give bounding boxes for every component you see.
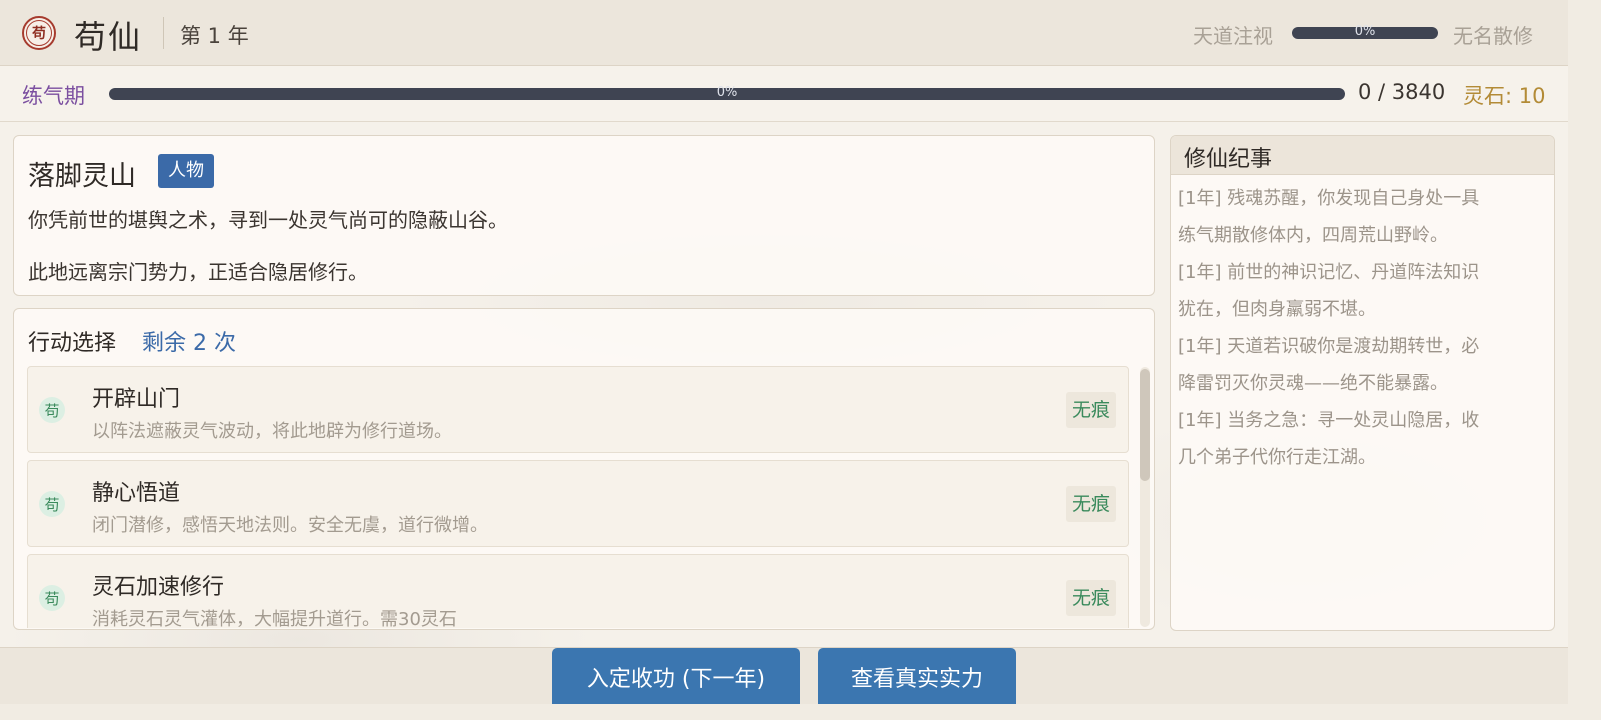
next-year-button[interactable]: 入定收功 (下一年) [552,648,800,704]
realm-label: 练气期 [22,84,85,108]
title-divider [163,17,164,49]
action-list[interactable]: 苟 开辟山门 以阵法遮蔽灵气波动，将此地辟为修行道场。 无痕 苟 静心悟道 闭门… [27,366,1129,628]
chronicle-entry: 降雷罚灭你灵魂——绝不能暴露。 [1178,373,1448,394]
action-name: 开辟山门 [92,387,181,412]
trace-badge: 无痕 [1065,392,1116,428]
action-list-scrollbar[interactable] [1140,367,1150,627]
action-footer: 入定收功 (下一年) 查看真实实力 [0,647,1568,704]
action-description: 闭门潜修，感悟天地法则。安全无虞，道行微增。 [92,515,488,536]
game-title: 苟仙 [74,18,143,56]
action-icon: 苟 [39,585,65,611]
action-heading: 行动选择 [28,331,117,356]
event-tag-badge: 人物 [158,154,214,188]
seal-logo-char: 苟 [26,20,52,46]
event-description: 此地远离宗门势力，正适合隐居修行。 [28,260,368,284]
action-icon: 苟 [39,397,65,423]
action-name: 灵石加速修行 [92,575,225,600]
top-bar: 苟 苟仙 第 1 年 天道注视 0% 无名散修 [0,0,1568,66]
heaven-watch-bar: 0% [1292,24,1438,39]
event-description: 你凭前世的堪舆之术，寻到一处灵气尚可的隐蔽山谷。 [28,208,508,232]
action-panel: 行动选择 剩余 2 次 苟 开辟山门 以阵法遮蔽灵气波动，将此地辟为修行道场。 … [13,308,1155,630]
chronicle-entry: [1年] 当务之急：寻一处灵山隐居，收 [1178,410,1480,431]
chronicle-entry: 练气期散修体内，四周荒山野岭。 [1178,225,1448,246]
actions-remaining: 剩余 2 次 [142,331,236,356]
chronicle-entry: [1年] 前世的神识记忆、丹道阵法知识 [1178,262,1480,283]
cultivation-progress-percent: 0% [716,85,738,100]
chronicle-title: 修仙纪事 [1184,147,1273,172]
action-item-open-sect[interactable]: 苟 开辟山门 以阵法遮蔽灵气波动，将此地辟为修行道场。 无痕 [27,366,1129,453]
chronicle-entry: 几个弟子代你行走江湖。 [1178,447,1376,468]
year-counter: 第 1 年 [180,24,249,48]
chronicle-entry: [1年] 残魂苏醒，你发现自己身处一具 [1178,188,1480,209]
heaven-watch-percent: 0% [1354,24,1376,39]
seal-logo-icon: 苟 [22,16,56,50]
cultivation-progress-bar: 0% [109,85,1345,100]
chronicle-entry: 犹在，但肉身羸弱不堪。 [1178,299,1376,320]
game-window: 苟 苟仙 第 1 年 天道注视 0% 无名散修 练气期 0% 0 / 3840 … [0,0,1568,704]
action-item-stone-cultivation[interactable]: 苟 灵石加速修行 消耗灵石灵气灌体，大幅提升道行。需30灵石 无痕 [27,554,1129,628]
action-name: 静心悟道 [92,481,181,506]
realm-progress-row: 练气期 0% 0 / 3840 灵石: 10 [0,66,1568,122]
action-item-meditate[interactable]: 苟 静心悟道 闭门潜修，感悟天地法则。安全无虞，道行微增。 无痕 [27,460,1129,547]
view-true-power-button[interactable]: 查看真实实力 [818,648,1016,704]
heaven-watch-label: 天道注视 [1193,24,1273,48]
event-title: 落脚灵山 [28,161,136,192]
event-card: 落脚灵山 人物 你凭前世的堪舆之术，寻到一处灵气尚可的隐蔽山谷。 此地远离宗门势… [13,135,1155,296]
chronicle-entry: [1年] 天道若识破你是渡劫期转世，必 [1178,336,1480,357]
chronicle-header: 修仙纪事 [1171,136,1554,175]
scrollbar-thumb[interactable] [1140,369,1150,481]
action-description: 消耗灵石灵气灌体，大幅提升道行。需30灵石 [92,609,457,628]
action-icon: 苟 [39,491,65,517]
action-description: 以阵法遮蔽灵气波动，将此地辟为修行道场。 [92,421,452,442]
chronicle-panel: 修仙纪事 [1年] 残魂苏醒，你发现自己身处一具 练气期散修体内，四周荒山野岭。… [1170,135,1555,631]
spirit-stone-count: 灵石: 10 [1463,84,1546,108]
trace-badge: 无痕 [1065,580,1116,616]
player-name: 无名散修 [1453,24,1533,48]
cultivation-progress-count: 0 / 3840 [1358,80,1446,104]
trace-badge: 无痕 [1065,486,1116,522]
chronicle-log[interactable]: [1年] 残魂苏醒，你发现自己身处一具 练气期散修体内，四周荒山野岭。 [1年]… [1178,180,1542,476]
